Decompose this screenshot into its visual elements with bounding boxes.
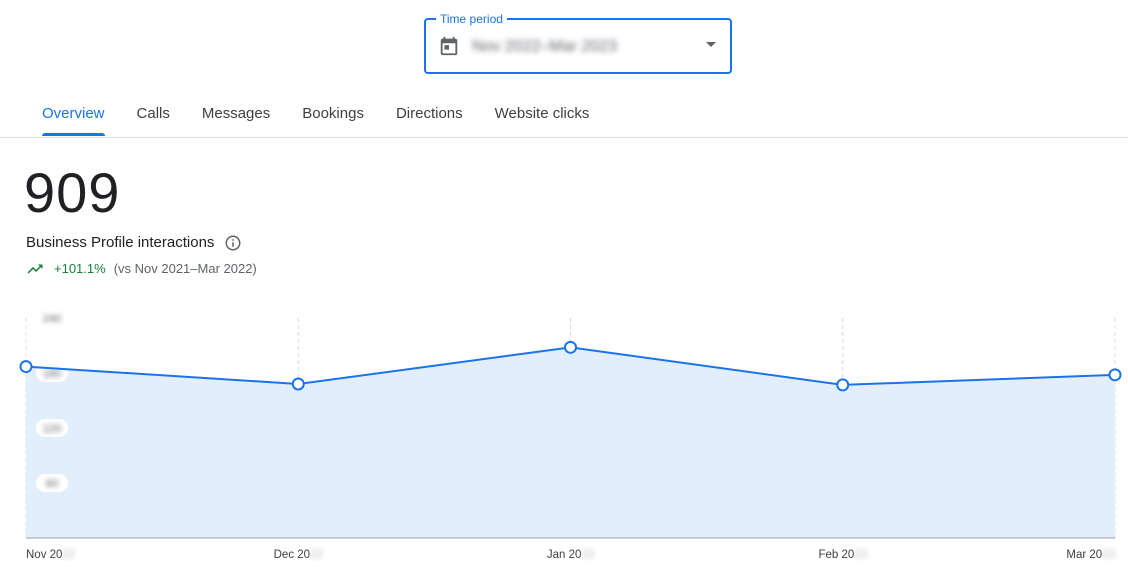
info-icon[interactable] (224, 234, 242, 252)
tab-bookings[interactable]: Bookings (286, 96, 380, 136)
chart-point[interactable] (291, 377, 305, 391)
tab-bar: Overview Calls Messages Bookings Directi… (26, 96, 605, 138)
y-tick-label: 180 (43, 368, 61, 380)
tab-calls[interactable]: Calls (121, 96, 186, 136)
time-period-value: Nov 2022–Mar 2023 (472, 38, 617, 55)
chart-point[interactable] (1108, 368, 1122, 382)
metric-value: 909 (24, 161, 121, 224)
chart-point[interactable] (836, 378, 850, 392)
arrow-drop-down-icon[interactable] (706, 42, 716, 47)
calendar-icon (440, 36, 458, 56)
tabs-divider (0, 137, 1128, 138)
time-period-select[interactable]: Time period Nov 2022–Mar 2023 (424, 11, 732, 74)
metric-change: +101.1% (vs Nov 2021–Mar 2022) (26, 259, 257, 279)
change-comparison: (vs Nov 2021–Mar 2022) (113, 261, 257, 276)
x-tick-label: Jan 2023 (547, 549, 594, 561)
trending-up-icon (27, 264, 43, 274)
tab-overview[interactable]: Overview (26, 96, 121, 136)
chart-point[interactable] (19, 360, 33, 374)
x-tick-label: Nov 2022 (26, 549, 75, 561)
chart-area (26, 347, 1115, 538)
metric-label: Business Profile interactions (26, 232, 242, 254)
chart-point[interactable] (564, 340, 577, 354)
tab-website-clicks[interactable]: Website clicks (479, 96, 606, 136)
y-tick-label: 120 (43, 423, 61, 435)
x-tick-label: Mar 2023 (1066, 549, 1115, 561)
change-percent: +101.1% (54, 261, 106, 276)
y-tick-label: 60 (46, 478, 58, 490)
tab-messages[interactable]: Messages (186, 96, 286, 136)
time-period-label: Time period (436, 11, 507, 27)
interactions-chart: 240 180 120 60 Nov 2022 Dec 2022 Jan 2023 Feb … (19, 313, 1122, 561)
metric-label-text: Business Profile interactions (26, 234, 215, 251)
x-tick-label: Dec 2022 (274, 549, 323, 561)
x-tick-label: Feb 2023 (818, 549, 867, 561)
chart-x-ticks: Nov 2022 Dec 2022 Jan 2023 Feb 2023 Mar 2023 (26, 549, 1115, 561)
tab-directions[interactable]: Directions (380, 96, 479, 136)
y-tick-label: 240 (43, 313, 61, 325)
